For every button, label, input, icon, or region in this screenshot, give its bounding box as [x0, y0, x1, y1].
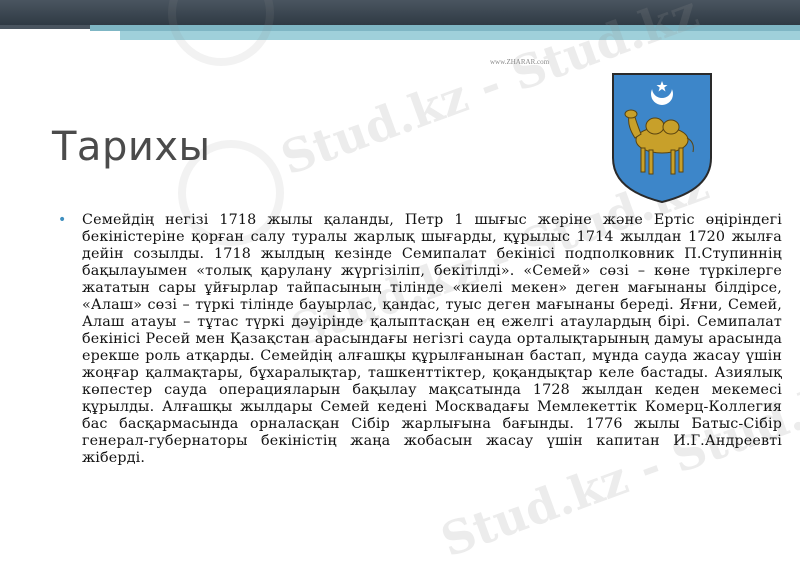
presentation-slide: Stud.kz - Stud.kz Stud.kz - Stud.kz Stud… — [0, 0, 800, 568]
page-title: Тарихы — [52, 124, 211, 170]
site-caption: www.ZHARAR.com — [490, 58, 550, 66]
top-decor-bar — [0, 0, 800, 25]
top-decor-stripe-light — [120, 31, 800, 40]
bullet-icon: • — [58, 212, 67, 228]
content-body: • Семейдің негізі 1718 жылы қаланды, Пет… — [58, 212, 782, 467]
history-paragraph: Семейдің негізі 1718 жылы қаланды, Петр … — [82, 212, 782, 466]
top-decor-bar-left — [0, 25, 90, 29]
coat-of-arms-icon — [612, 73, 712, 204]
